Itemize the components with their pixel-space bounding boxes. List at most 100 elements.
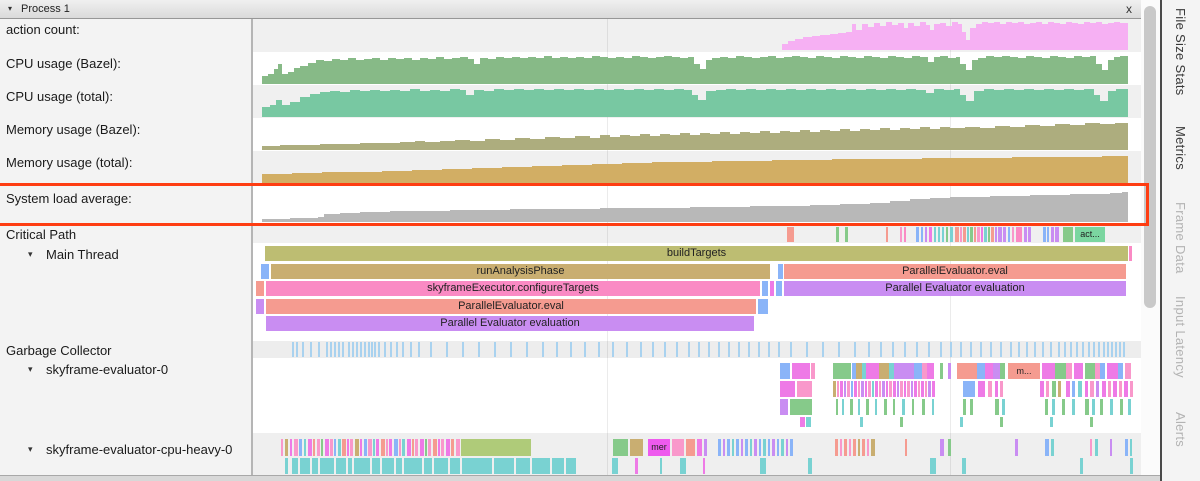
trace-slice[interactable] xyxy=(946,227,948,242)
trace-slice-runanalysisphase[interactable]: runAnalysisPhase xyxy=(271,264,770,279)
gc-tick[interactable] xyxy=(302,342,304,357)
trace-slice[interactable] xyxy=(866,363,879,379)
trace-slice[interactable] xyxy=(532,458,550,474)
trace-slice[interactable] xyxy=(334,439,336,456)
gc-tick[interactable] xyxy=(1026,342,1028,357)
trace-slice[interactable] xyxy=(1000,417,1003,427)
trace-slice[interactable] xyxy=(1000,363,1005,379)
gc-tick[interactable] xyxy=(330,342,332,357)
trace-slice[interactable] xyxy=(918,381,920,397)
process-header[interactable]: ▾ Process 1 x xyxy=(0,0,1141,19)
trace-slice[interactable] xyxy=(566,458,576,474)
gc-tick[interactable] xyxy=(1070,342,1072,357)
trace-slice[interactable] xyxy=(847,381,850,397)
trace-slice[interactable] xyxy=(1125,363,1131,379)
trace-slice[interactable] xyxy=(808,458,812,474)
trace-slice[interactable] xyxy=(940,439,944,456)
trace-slice[interactable] xyxy=(456,439,460,456)
trace-slice[interactable] xyxy=(790,399,812,415)
trace-slice[interactable] xyxy=(1120,399,1123,415)
trace-slice[interactable] xyxy=(1129,246,1132,261)
trace-slice[interactable] xyxy=(736,439,739,456)
trace-slice[interactable] xyxy=(317,439,320,456)
trace-slice[interactable] xyxy=(552,458,564,474)
trace-slice[interactable] xyxy=(854,381,857,397)
trace-slice[interactable] xyxy=(938,227,940,242)
trace-slice[interactable] xyxy=(993,363,1000,379)
trace-slice[interactable] xyxy=(660,458,662,474)
trace-slice[interactable] xyxy=(929,227,932,242)
trace-slice[interactable] xyxy=(1110,399,1113,415)
trace-slice[interactable] xyxy=(372,458,380,474)
sidebar-tab-metrics[interactable]: Metrics xyxy=(1173,126,1188,170)
trace-slice[interactable] xyxy=(1051,227,1054,242)
trace-slice[interactable] xyxy=(950,227,953,242)
trace-slice[interactable] xyxy=(912,399,914,415)
gc-tick[interactable] xyxy=(418,342,420,357)
trace-slice-parallel-evaluator-evaluation[interactable]: Parallel Evaluator evaluation xyxy=(784,281,1126,296)
trace-slice[interactable] xyxy=(974,227,976,242)
trace-slice[interactable] xyxy=(981,227,983,242)
trace-slice[interactable] xyxy=(686,439,695,456)
trace-slice[interactable] xyxy=(745,439,748,456)
trace-slice[interactable] xyxy=(905,439,907,456)
gc-tick[interactable] xyxy=(626,342,628,357)
trace-slice[interactable] xyxy=(285,458,288,474)
trace-slice[interactable] xyxy=(1045,399,1048,415)
trace-slice[interactable] xyxy=(866,399,869,415)
trace-slice[interactable] xyxy=(948,439,951,456)
trace-slice[interactable] xyxy=(321,439,323,456)
trace-slice[interactable] xyxy=(1002,399,1005,415)
trace-slice[interactable] xyxy=(750,439,752,456)
gc-tick[interactable] xyxy=(390,342,392,357)
trace-slice[interactable] xyxy=(893,381,896,397)
trace-slice[interactable] xyxy=(1050,417,1053,427)
trace-slice[interactable] xyxy=(922,399,925,415)
trace-slice[interactable] xyxy=(778,264,783,279)
gc-tick[interactable] xyxy=(478,342,480,357)
gc-tick[interactable] xyxy=(296,342,298,357)
gc-tick[interactable] xyxy=(556,342,558,357)
trace-slice[interactable] xyxy=(420,439,424,456)
trace-slice[interactable] xyxy=(811,363,815,379)
trace-slice[interactable] xyxy=(858,399,860,415)
gc-tick[interactable] xyxy=(1018,342,1020,357)
trace-slice[interactable] xyxy=(336,458,346,474)
trace-slice[interactable] xyxy=(960,227,962,242)
trace-slice[interactable] xyxy=(867,439,869,456)
gc-tick[interactable] xyxy=(1050,342,1052,357)
gc-tick[interactable] xyxy=(892,342,894,357)
trace-slice[interactable] xyxy=(285,439,288,456)
trace-slice[interactable] xyxy=(450,458,460,474)
trace-slice[interactable] xyxy=(840,439,842,456)
gc-tick[interactable] xyxy=(462,342,464,357)
trace-slice[interactable] xyxy=(995,381,998,397)
gc-tick[interactable] xyxy=(352,342,354,357)
gc-tick[interactable] xyxy=(940,342,942,357)
trace-slice[interactable] xyxy=(780,381,795,397)
trace-slice[interactable] xyxy=(1108,381,1111,397)
gc-tick[interactable] xyxy=(664,342,666,357)
trace-slice[interactable] xyxy=(304,439,306,456)
trace-slice[interactable] xyxy=(780,363,790,379)
trace-slice[interactable] xyxy=(1066,381,1070,397)
trace-slice[interactable] xyxy=(461,439,531,456)
trace-slice[interactable] xyxy=(948,363,951,379)
gc-tick[interactable] xyxy=(718,342,720,357)
trace-slice-mer[interactable]: mer xyxy=(648,439,670,456)
trace-slice[interactable] xyxy=(732,439,734,456)
gc-tick[interactable] xyxy=(854,342,856,357)
trace-slice[interactable] xyxy=(927,363,934,379)
trace-slice[interactable] xyxy=(428,439,431,456)
trace-slice[interactable] xyxy=(313,439,315,456)
gc-tick[interactable] xyxy=(356,342,358,357)
gc-tick[interactable] xyxy=(410,342,412,357)
trace-slice[interactable] xyxy=(1090,417,1093,427)
trace-slice[interactable] xyxy=(776,281,782,296)
trace-slice[interactable] xyxy=(995,399,999,415)
trace-slice[interactable] xyxy=(860,417,863,427)
trace-slice[interactable] xyxy=(1072,381,1075,397)
trace-slice[interactable] xyxy=(1119,381,1122,397)
trace-slice[interactable] xyxy=(797,381,812,397)
gc-tick[interactable] xyxy=(338,342,340,357)
